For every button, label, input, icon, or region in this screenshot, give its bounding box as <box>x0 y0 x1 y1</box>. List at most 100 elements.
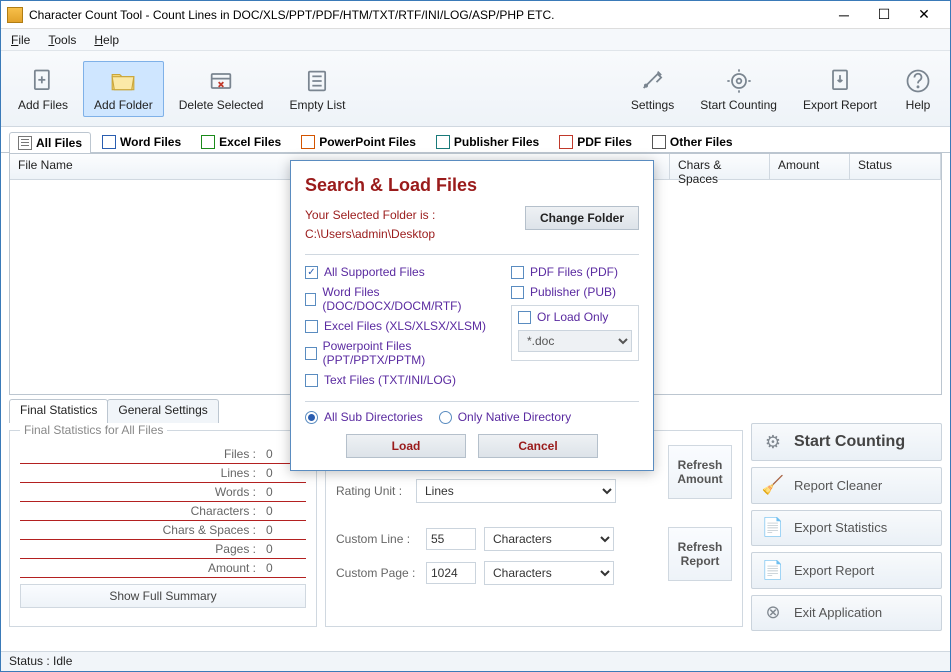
custom-line-label: Custom Line : <box>336 532 418 546</box>
load-button[interactable]: Load <box>346 434 466 458</box>
pdf-icon <box>559 135 573 149</box>
delete-selected-button[interactable]: Delete Selected <box>168 61 275 117</box>
app-icon <box>7 7 23 23</box>
dialog-title: Search & Load Files <box>305 175 639 196</box>
tab-word-files[interactable]: Word Files <box>93 131 190 152</box>
window-title: Character Count Tool - Count Lines in DO… <box>29 8 824 22</box>
add-files-button[interactable]: Add Files <box>7 61 79 117</box>
menubar: File Tools Help <box>1 29 950 51</box>
tab-general-settings[interactable]: General Settings <box>107 399 218 423</box>
delete-icon <box>206 66 236 96</box>
custom-line-unit-select[interactable]: Characters <box>484 527 614 551</box>
exit-application-button[interactable]: ⊗ Exit Application <box>751 595 942 631</box>
custom-page-unit-select[interactable]: Characters <box>484 561 614 585</box>
custom-page-input[interactable] <box>426 562 476 584</box>
add-folder-icon <box>108 66 138 96</box>
search-load-dialog: Search & Load Files Your Selected Folder… <box>290 160 654 471</box>
characters-value: 0 <box>266 504 306 518</box>
change-folder-button[interactable]: Change Folder <box>525 206 639 230</box>
help-icon <box>903 66 933 96</box>
col-status[interactable]: Status <box>850 154 941 179</box>
chk-load-only[interactable] <box>518 311 531 324</box>
publisher-icon <box>436 135 450 149</box>
word-icon <box>102 135 116 149</box>
add-files-icon <box>28 66 58 96</box>
settings-icon <box>638 66 668 96</box>
amount-value: 0 <box>266 561 306 575</box>
chk-all-supported[interactable]: ✓ <box>305 266 318 279</box>
chars-spaces-value: 0 <box>266 523 306 537</box>
titlebar: Character Count Tool - Count Lines in DO… <box>1 1 950 29</box>
minimize-button[interactable]: ─ <box>824 2 864 28</box>
col-amount[interactable]: Amount <box>770 154 850 179</box>
rating-unit-select[interactable]: Lines <box>416 479 616 503</box>
report-cleaner-button[interactable]: 🧹 Report Cleaner <box>751 467 942 503</box>
start-counting-main-button[interactable]: ⚙ Start Counting <box>751 423 942 461</box>
tab-other-files[interactable]: Other Files <box>643 131 742 152</box>
gear-icon <box>724 66 754 96</box>
add-folder-button[interactable]: Add Folder <box>83 61 164 117</box>
powerpoint-icon <box>301 135 315 149</box>
tab-final-statistics[interactable]: Final Statistics <box>9 399 108 423</box>
words-label: Words : <box>20 485 256 499</box>
broom-icon: 🧹 <box>762 475 784 497</box>
col-chars-spaces[interactable]: Chars & Spaces <box>670 154 770 179</box>
tab-powerpoint-files[interactable]: PowerPoint Files <box>292 131 425 152</box>
amount-label: Amount : <box>20 561 256 575</box>
chars-spaces-label: Chars & Spaces : <box>20 523 256 537</box>
export-icon <box>825 66 855 96</box>
refresh-report-button[interactable]: Refresh Report <box>668 527 732 581</box>
selected-folder-label: Your Selected Folder is : <box>305 206 515 225</box>
empty-list-icon <box>302 66 332 96</box>
statusbar: Status : Idle <box>1 651 950 671</box>
close-button[interactable]: ✕ <box>904 2 944 28</box>
characters-label: Characters : <box>20 504 256 518</box>
export-statistics-button[interactable]: 📄 Export Statistics <box>751 510 942 546</box>
menu-tools[interactable]: Tools <box>48 33 76 47</box>
radio-native-only[interactable] <box>439 411 452 424</box>
start-counting-button[interactable]: Start Counting <box>689 61 788 117</box>
pages-label: Pages : <box>20 542 256 556</box>
tab-all-files[interactable]: All Files <box>9 132 91 153</box>
document-icon: 📄 <box>762 517 784 539</box>
cancel-button[interactable]: Cancel <box>478 434 598 458</box>
tab-pdf-files[interactable]: PDF Files <box>550 131 641 152</box>
custom-page-label: Custom Page : <box>336 566 418 580</box>
words-value: 0 <box>266 485 306 499</box>
help-button[interactable]: Help <box>892 61 944 117</box>
toolbar: Add Files Add Folder Delete Selected Emp… <box>1 51 950 127</box>
chk-powerpoint[interactable] <box>305 347 317 360</box>
chk-excel[interactable] <box>305 320 318 333</box>
gear-icon: ⚙ <box>762 431 784 453</box>
tab-excel-files[interactable]: Excel Files <box>192 131 290 152</box>
export-report-main-button[interactable]: 📄 Export Report <box>751 552 942 588</box>
export-report-button[interactable]: Export Report <box>792 61 888 117</box>
maximize-button[interactable]: ☐ <box>864 2 904 28</box>
radio-all-sub[interactable] <box>305 411 318 424</box>
other-icon <box>652 135 666 149</box>
chk-word[interactable] <box>305 293 316 306</box>
exit-icon: ⊗ <box>762 602 784 624</box>
menu-file[interactable]: File <box>11 33 30 47</box>
file-type-tabs: All Files Word Files Excel Files PowerPo… <box>1 127 950 153</box>
all-files-icon <box>18 136 32 150</box>
final-stats-legend: Final Statistics for All Files <box>20 423 167 437</box>
show-full-summary-button[interactable]: Show Full Summary <box>20 584 306 608</box>
empty-list-button[interactable]: Empty List <box>278 61 356 117</box>
load-only-select[interactable]: *.doc <box>518 330 632 352</box>
chk-pdf[interactable] <box>511 266 524 279</box>
final-statistics-panel: Final Statistics for All Files Files :0 … <box>9 423 317 627</box>
chk-publisher[interactable] <box>511 286 524 299</box>
refresh-amount-button[interactable]: Refresh Amount <box>668 445 732 499</box>
tab-publisher-files[interactable]: Publisher Files <box>427 131 548 152</box>
menu-help[interactable]: Help <box>94 33 119 47</box>
pages-value: 0 <box>266 542 306 556</box>
selected-folder-path: C:\Users\admin\Desktop <box>305 225 515 244</box>
settings-button[interactable]: Settings <box>620 61 685 117</box>
rating-unit-label: Rating Unit : <box>336 484 408 498</box>
document-icon: 📄 <box>762 559 784 581</box>
chk-text[interactable] <box>305 374 318 387</box>
custom-line-input[interactable] <box>426 528 476 550</box>
files-label: Files : <box>20 447 256 461</box>
lines-label: Lines : <box>20 466 256 480</box>
